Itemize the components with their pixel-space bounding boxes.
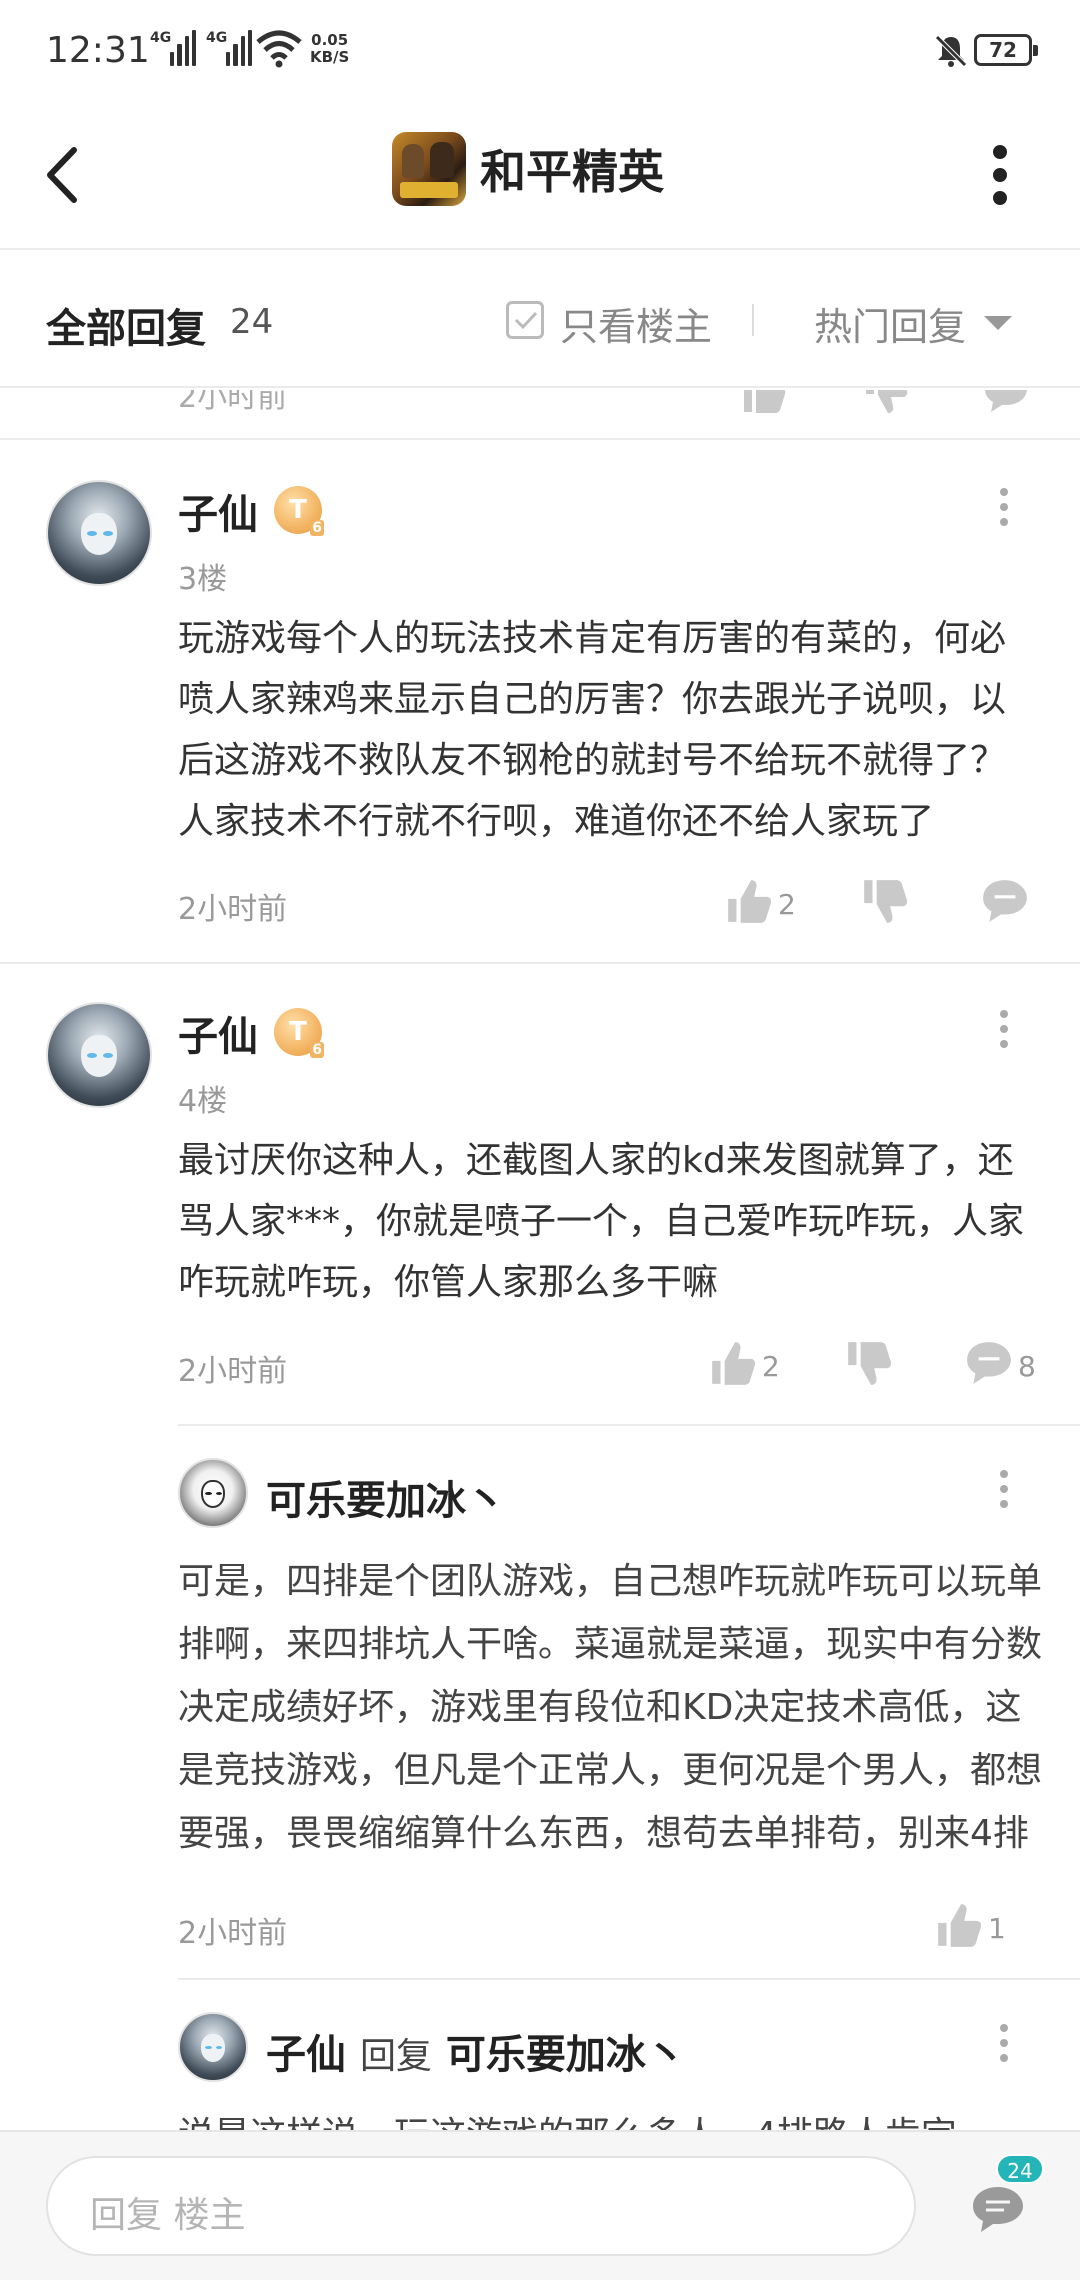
caret-down-icon[interactable] (984, 316, 1012, 330)
reply-more-icon[interactable] (998, 2024, 1010, 2070)
comment-icon[interactable] (980, 876, 1030, 926)
reply-keyword: 回复 (359, 2036, 432, 2077)
reply-time: 2小时前 (178, 1916, 288, 1951)
avatar[interactable] (178, 1458, 248, 1528)
mute-bell-icon (935, 35, 967, 67)
username[interactable]: 子仙 (178, 482, 258, 540)
reply-filter-bar: 全部回复 24 只看楼主 热门回复 (0, 252, 1080, 388)
reply-input[interactable]: 回复 楼主 (46, 2156, 916, 2256)
like-count: 2 (778, 888, 796, 921)
floor-number: 4楼 (178, 1084, 228, 1119)
wifi-icon (256, 30, 302, 68)
status-bar: 12:31 4G 4G 0.05 KB/S 72 (0, 0, 1080, 100)
username[interactable]: 子仙 (178, 1004, 258, 1062)
all-replies-title: 全部回复 (46, 306, 206, 352)
reply-count: 8 (1018, 1350, 1036, 1383)
reply-placeholder: 回复 楼主 (90, 2195, 246, 2236)
level-medal-icon: T6 (274, 486, 324, 536)
back-arrow-icon[interactable] (40, 140, 90, 210)
thumbs-down-icon[interactable] (862, 390, 910, 416)
comment-icon[interactable] (982, 390, 1030, 416)
network-speed: 0.05 KB/S (310, 31, 350, 66)
previous-comment-time: 2小时前 (178, 390, 288, 415)
comment-text: 玩游戏每个人的玩法技术肯定有厉害的有菜的，何必喷人家辣鸡来显示自己的厉害？你去跟… (178, 618, 1007, 842)
page-title: 和平精英 (480, 145, 664, 199)
owner-only-checkbox[interactable] (506, 301, 544, 339)
reply-target-username[interactable]: 可乐要加冰丶 (446, 2032, 686, 2078)
comment-more-icon[interactable] (998, 1010, 1010, 1056)
thumbs-down-icon[interactable] (860, 876, 910, 926)
avatar[interactable] (46, 480, 152, 586)
filter-divider (752, 304, 754, 336)
level-medal-icon: T6 (274, 1008, 324, 1058)
comment-time: 2小时前 (178, 892, 288, 927)
reply-bar: 回复 楼主 24 (0, 2130, 1080, 2280)
thumbs-up-icon[interactable] (708, 1338, 758, 1388)
signal-icon: 4G (150, 30, 196, 66)
comment-time: 2小时前 (178, 1354, 288, 1389)
like-count: 2 (762, 1350, 780, 1383)
reply-divider (178, 1424, 1080, 1426)
reply-text: 可是，四排是个团队游戏，自己想咋玩就咋玩可以玩单排啊，来四排坑人干啥。菜逼就是菜… (178, 1561, 1043, 1854)
thumbs-up-icon[interactable] (934, 1900, 984, 1950)
more-options-icon[interactable] (990, 142, 1010, 208)
status-time: 12:31 (46, 30, 150, 71)
sort-dropdown[interactable]: 热门回复 (814, 296, 966, 351)
game-logo-icon (392, 132, 466, 206)
reply-more-icon[interactable] (998, 1470, 1010, 1516)
avatar[interactable] (178, 2012, 248, 2082)
comment-item: 子仙 T6 3楼 玩游戏每个人的玩法技术肯定有厉害的有菜的，何必喷人家辣鸡来显示… (0, 442, 1080, 962)
previous-comment-footer: 2小时前 (0, 390, 1080, 440)
comment-item: 子仙 T6 4楼 最讨厌你这种人，还截图人家的kd来发图就算了，还骂人家***，… (0, 964, 1080, 2156)
thumbs-up-icon[interactable] (724, 876, 774, 926)
avatar[interactable] (46, 1002, 152, 1108)
like-count: 1 (988, 1912, 1006, 1945)
owner-only-label[interactable]: 只看楼主 (560, 296, 712, 351)
comment-text: 最讨厌你这种人，还截图人家的kd来发图就算了，还骂人家***，你就是喷子一个，自… (178, 1140, 1025, 1303)
top-nav-bar: 和平精英 (0, 100, 1080, 250)
signal-icon: 4G (206, 30, 252, 66)
comment-icon[interactable] (964, 1338, 1014, 1388)
reply-divider (178, 1978, 1080, 1980)
floor-number: 3楼 (178, 562, 228, 597)
username[interactable]: 可乐要加冰丶 (266, 1468, 506, 1526)
battery-indicator: 72 (974, 34, 1038, 66)
comment-more-icon[interactable] (998, 488, 1010, 534)
comments-icon[interactable] (970, 2184, 1026, 2234)
username[interactable]: 子仙 (266, 2032, 346, 2078)
comment-count-badge: 24 (996, 2154, 1044, 2184)
reply-count: 24 (230, 302, 274, 342)
thumbs-up-icon[interactable] (740, 390, 788, 416)
reply-header: 子仙 回复 可乐要加冰丶 (266, 2022, 686, 2080)
thumbs-down-icon[interactable] (844, 1338, 894, 1388)
